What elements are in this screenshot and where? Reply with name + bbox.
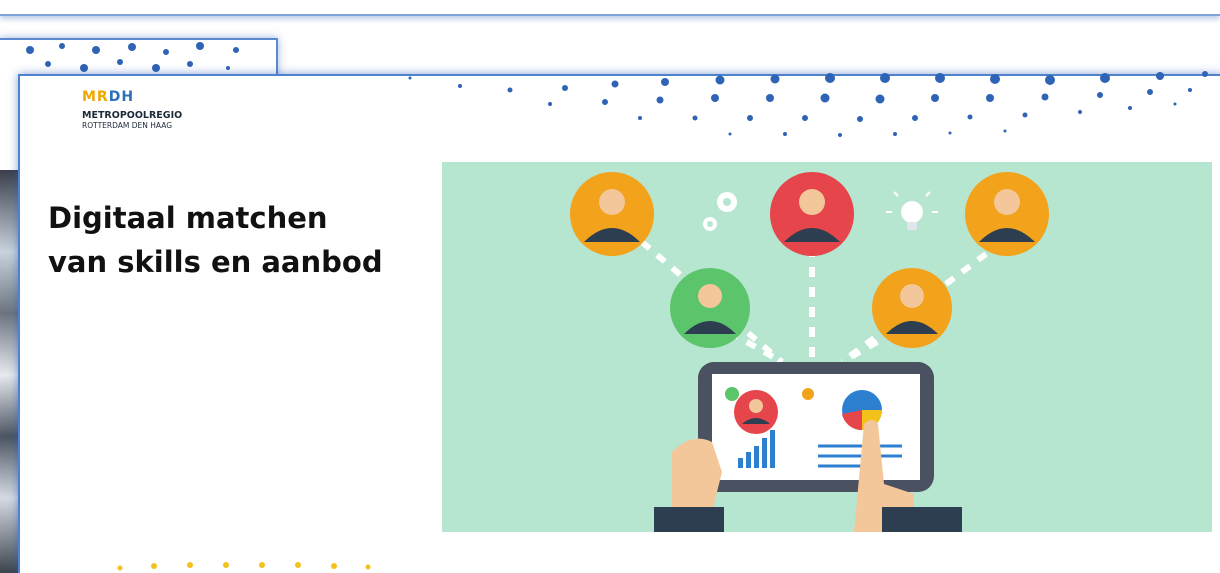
mrdh-logo: MRDH METROPOOLREGIO ROTTERDAM DEN HAAG [82,90,182,130]
tablet-device [698,362,934,492]
matching-illustration [442,162,1212,532]
slide-title: Digitaal matchen van skills en aanbod [48,201,383,279]
gear-icon [703,192,737,231]
decorative-dots-top-right [408,71,1208,137]
logo-org-region: ROTTERDAM DEN HAAG [82,121,173,130]
logo-mark-b: DH [108,89,135,105]
avatar-red-center [770,172,854,256]
logo-mark: MRDH [82,90,182,104]
decorative-dots-yellow [117,562,371,571]
avatar-orange-woman [872,268,952,348]
avatar-orange-left [570,172,654,256]
illustration-svg [570,172,1049,532]
logo-org-name: METROPOOLREGIO [82,110,183,121]
top-slide-edge [0,0,1220,16]
main-slide: MRDH METROPOOLREGIO ROTTERDAM DEN HAAG D… [18,71,1220,573]
avatar-orange-right [965,172,1049,256]
avatar-green [670,268,750,348]
lightbulb-icon [886,191,938,230]
logo-mark-a: MR [82,89,109,105]
background-photo-edge [0,170,18,573]
